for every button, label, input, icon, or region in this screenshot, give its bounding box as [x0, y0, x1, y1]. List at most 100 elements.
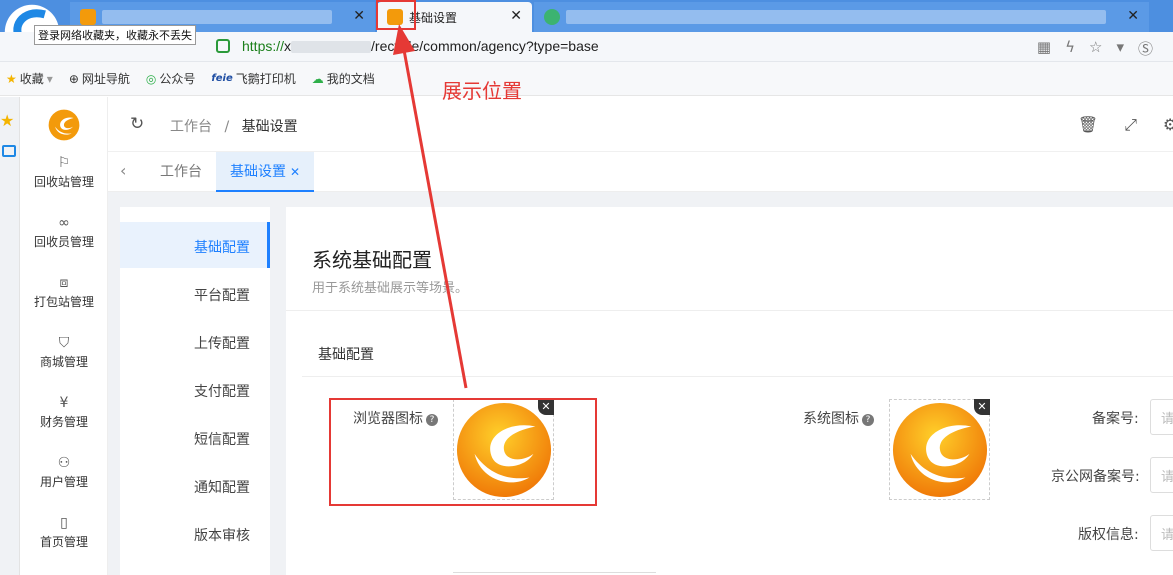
browser-tab-3[interactable]: ✕ [534, 2, 1149, 32]
fullscreen-icon[interactable]: ⤢ [1124, 115, 1137, 135]
page-description: 用于系统基础展示等场景。 [312, 281, 469, 296]
icp-input[interactable]: 请 [1150, 399, 1173, 435]
sidebar-item-recycle-station[interactable]: ⚐ 回收站管理 [20, 155, 108, 190]
close-icon[interactable]: ✕ [353, 8, 365, 24]
copyright-input[interactable]: 请 [1150, 515, 1173, 551]
sidebar-item-mall[interactable]: ⛉ 商城管理 [20, 335, 108, 370]
secure-lock-icon [216, 39, 230, 53]
sidebar-item-label: 用户管理 [39, 475, 88, 489]
star-icon: ★ [6, 71, 17, 86]
users-icon: ⚇ [57, 455, 71, 471]
help-icon[interactable]: ? [862, 414, 874, 426]
bookmark-feie[interactable]: feie 飞鹅打印机 [211, 70, 295, 87]
doc-icon: ☁ [311, 71, 324, 86]
subnav-item-sms[interactable]: 短信配置 [194, 429, 250, 449]
monitor-icon[interactable] [2, 145, 16, 157]
url-path: /recycle/common/agency?type=base [371, 38, 599, 54]
tab-favicon-icon [80, 9, 96, 25]
wechat-icon: ◎ [145, 71, 157, 86]
sidebar-item-packing-station[interactable]: ⧈ 打包站管理 [20, 275, 108, 310]
s-icon[interactable]: Ⓢ [1138, 38, 1153, 59]
sidebar-item-label: 首页管理 [39, 535, 88, 549]
lightning-icon[interactable]: ϟ [1065, 38, 1075, 59]
sidebar-item-label: 回收员管理 [33, 235, 94, 249]
system-icon-upload[interactable]: ✕ [889, 399, 990, 500]
tab-title-blurred [102, 10, 332, 24]
tag-label: 工作台 [160, 164, 202, 180]
tag-basic-settings[interactable]: 基础设置 ✕ [216, 152, 315, 192]
copyright-field-label: 版权信息: [1078, 527, 1139, 543]
subnav-item-version[interactable]: 版本审核 [194, 525, 250, 545]
favorites-tooltip: 登录网络收藏夹，收藏永不丢失 [34, 25, 196, 45]
bookmark-label: 飞鹅打印机 [235, 72, 296, 86]
url-field[interactable]: https://x/recycle/common/agency?type=bas… [242, 38, 599, 54]
field-label-text: 系统图标 [803, 411, 859, 427]
bookmark-nav[interactable]: ⊕ 网址导航 [69, 70, 130, 87]
tag-label: 基础设置 [230, 164, 286, 180]
annotation-box-favicon [329, 398, 597, 506]
chevron-down-icon[interactable]: ▾ [1116, 38, 1124, 59]
star-outline-icon[interactable]: ☆ [1089, 38, 1102, 59]
box-icon: ⧈ [59, 275, 69, 291]
bookmark-wechat[interactable]: ◎ 公众号 [146, 70, 196, 87]
breadcrumb: 工作台 / 基础设置 [170, 116, 298, 136]
divider [286, 310, 1173, 311]
feie-logo: feie [211, 73, 233, 84]
page-header: ↻ 工作台 / 基础设置 🗑 ⤢ ⚙ [108, 97, 1173, 152]
sidebar-item-finance[interactable]: ¥ 财务管理 [20, 395, 108, 430]
qr-code-icon[interactable]: ▦ [1037, 38, 1051, 59]
close-icon[interactable]: ✕ [1127, 8, 1139, 24]
bookmark-favorites[interactable]: ★ 收藏 ▾ [6, 70, 53, 87]
settings-icon[interactable]: ⚙ [1163, 115, 1173, 135]
annotation-label: 展示位置 [442, 79, 522, 103]
tablet-icon: ▯ [60, 515, 68, 531]
bookmark-label: 公众号 [159, 72, 196, 86]
divider [302, 376, 1173, 377]
subnav-item-payment[interactable]: 支付配置 [194, 381, 250, 401]
sidebar-item-users[interactable]: ⚇ 用户管理 [20, 455, 108, 490]
bookmark-label: 网址导航 [81, 72, 130, 86]
delete-image-icon[interactable]: ✕ [974, 399, 990, 415]
icp-field-label: 备案号: [1092, 411, 1139, 427]
star-icon[interactable]: ★ [0, 111, 14, 130]
subnav-item-basic[interactable]: 基础配置 [194, 237, 250, 257]
globe-icon: ⊕ [68, 71, 79, 86]
sidebar-item-label: 财务管理 [39, 415, 88, 429]
infinity-icon: ∞ [58, 215, 70, 231]
subnav-item-platform[interactable]: 平台配置 [194, 285, 250, 305]
sidebar-item-label: 回收站管理 [33, 175, 94, 189]
tag-workbench[interactable]: 工作台 [146, 152, 216, 192]
yen-icon: ¥ [59, 395, 69, 411]
bag-icon: ⛉ [58, 335, 70, 351]
annotation-box-tab [376, 0, 416, 30]
bookmarks-bar: ★ 收藏 ▾ ⊕ 网址导航 ◎ 公众号 feie 飞鹅打印机 ☁ 我的文档 [0, 62, 1173, 96]
breadcrumb-current: 基础设置 [241, 119, 298, 135]
police-record-input[interactable]: 请 [1150, 457, 1173, 493]
page-title: 系统基础配置 [312, 248, 432, 272]
subnav-item-notify[interactable]: 通知配置 [194, 477, 250, 497]
breadcrumb-home[interactable]: 工作台 [170, 119, 212, 135]
url-host-prefix: x [284, 38, 292, 54]
sidebar-item-label: 商城管理 [39, 355, 88, 369]
bookmark-label: 我的文档 [326, 72, 375, 86]
close-icon[interactable]: ✕ [290, 165, 300, 179]
section-title: 基础配置 [318, 347, 374, 363]
sidebar-item-homepage[interactable]: ▯ 首页管理 [20, 515, 108, 550]
system-icon-field-label: 系统图标? [803, 408, 874, 428]
app-logo [48, 109, 80, 141]
chevron-left-icon[interactable]: ‹ [120, 161, 126, 180]
refresh-icon[interactable]: ↻ [130, 114, 144, 134]
close-icon[interactable]: ✕ [510, 8, 522, 24]
system-icon-image [892, 402, 988, 498]
bookmark-docs[interactable]: ☁ 我的文档 [312, 70, 375, 87]
address-bar-actions: ▦ ϟ ☆ ▾ Ⓢ [1037, 38, 1153, 59]
chevron-down-icon: ▾ [46, 71, 53, 86]
header-actions: 🗑 ⤢ ⚙ [1078, 115, 1173, 135]
url-scheme: https:// [242, 38, 285, 54]
subnav-item-upload[interactable]: 上传配置 [194, 333, 250, 353]
trash-icon[interactable]: 🗑 [1078, 115, 1098, 135]
sidebar-item-recycler[interactable]: ∞ 回收员管理 [20, 215, 108, 250]
police-record-field-label: 京公网备案号: [1051, 469, 1140, 485]
url-host-blurred [291, 41, 372, 54]
sidebar-item-label: 打包站管理 [33, 295, 94, 309]
